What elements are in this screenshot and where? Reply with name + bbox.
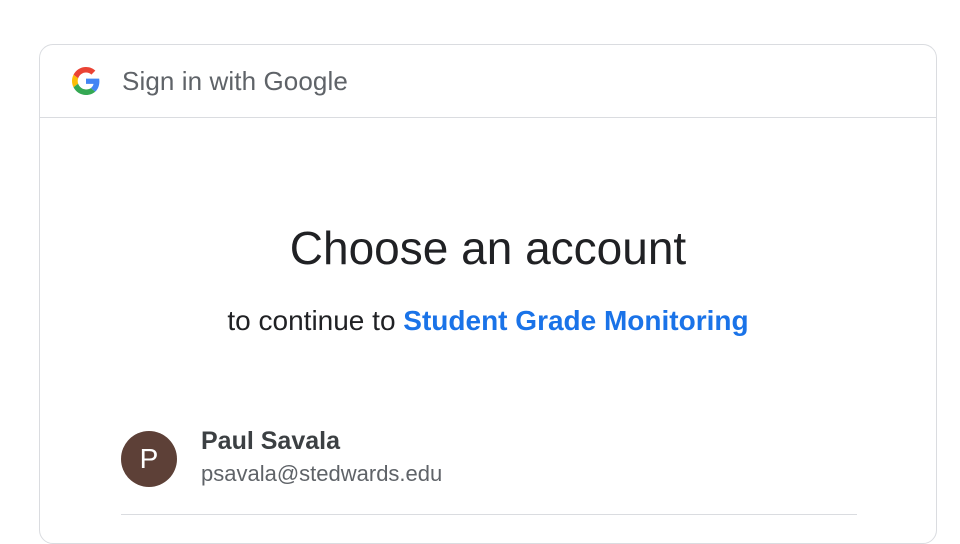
header-title: Sign in with Google	[122, 65, 348, 96]
account-email: psavala@stedwards.edu	[201, 461, 443, 486]
card-header: Sign in with Google	[40, 45, 936, 118]
avatar: P	[121, 431, 177, 487]
google-g-icon	[72, 67, 100, 95]
app-name-link[interactable]: Student Grade Monitoring	[403, 305, 748, 336]
sign-in-card: Sign in with Google Choose an account to…	[39, 44, 937, 544]
subtitle-prefix: to continue to	[227, 305, 404, 336]
page-title: Choose an account	[289, 222, 687, 274]
page-subtitle: to continue to Student Grade Monitoring	[40, 305, 936, 337]
account-item[interactable]: P Paul Savala psavala@stedwards.edu	[121, 413, 857, 515]
account-name: Paul Savala	[201, 427, 340, 455]
